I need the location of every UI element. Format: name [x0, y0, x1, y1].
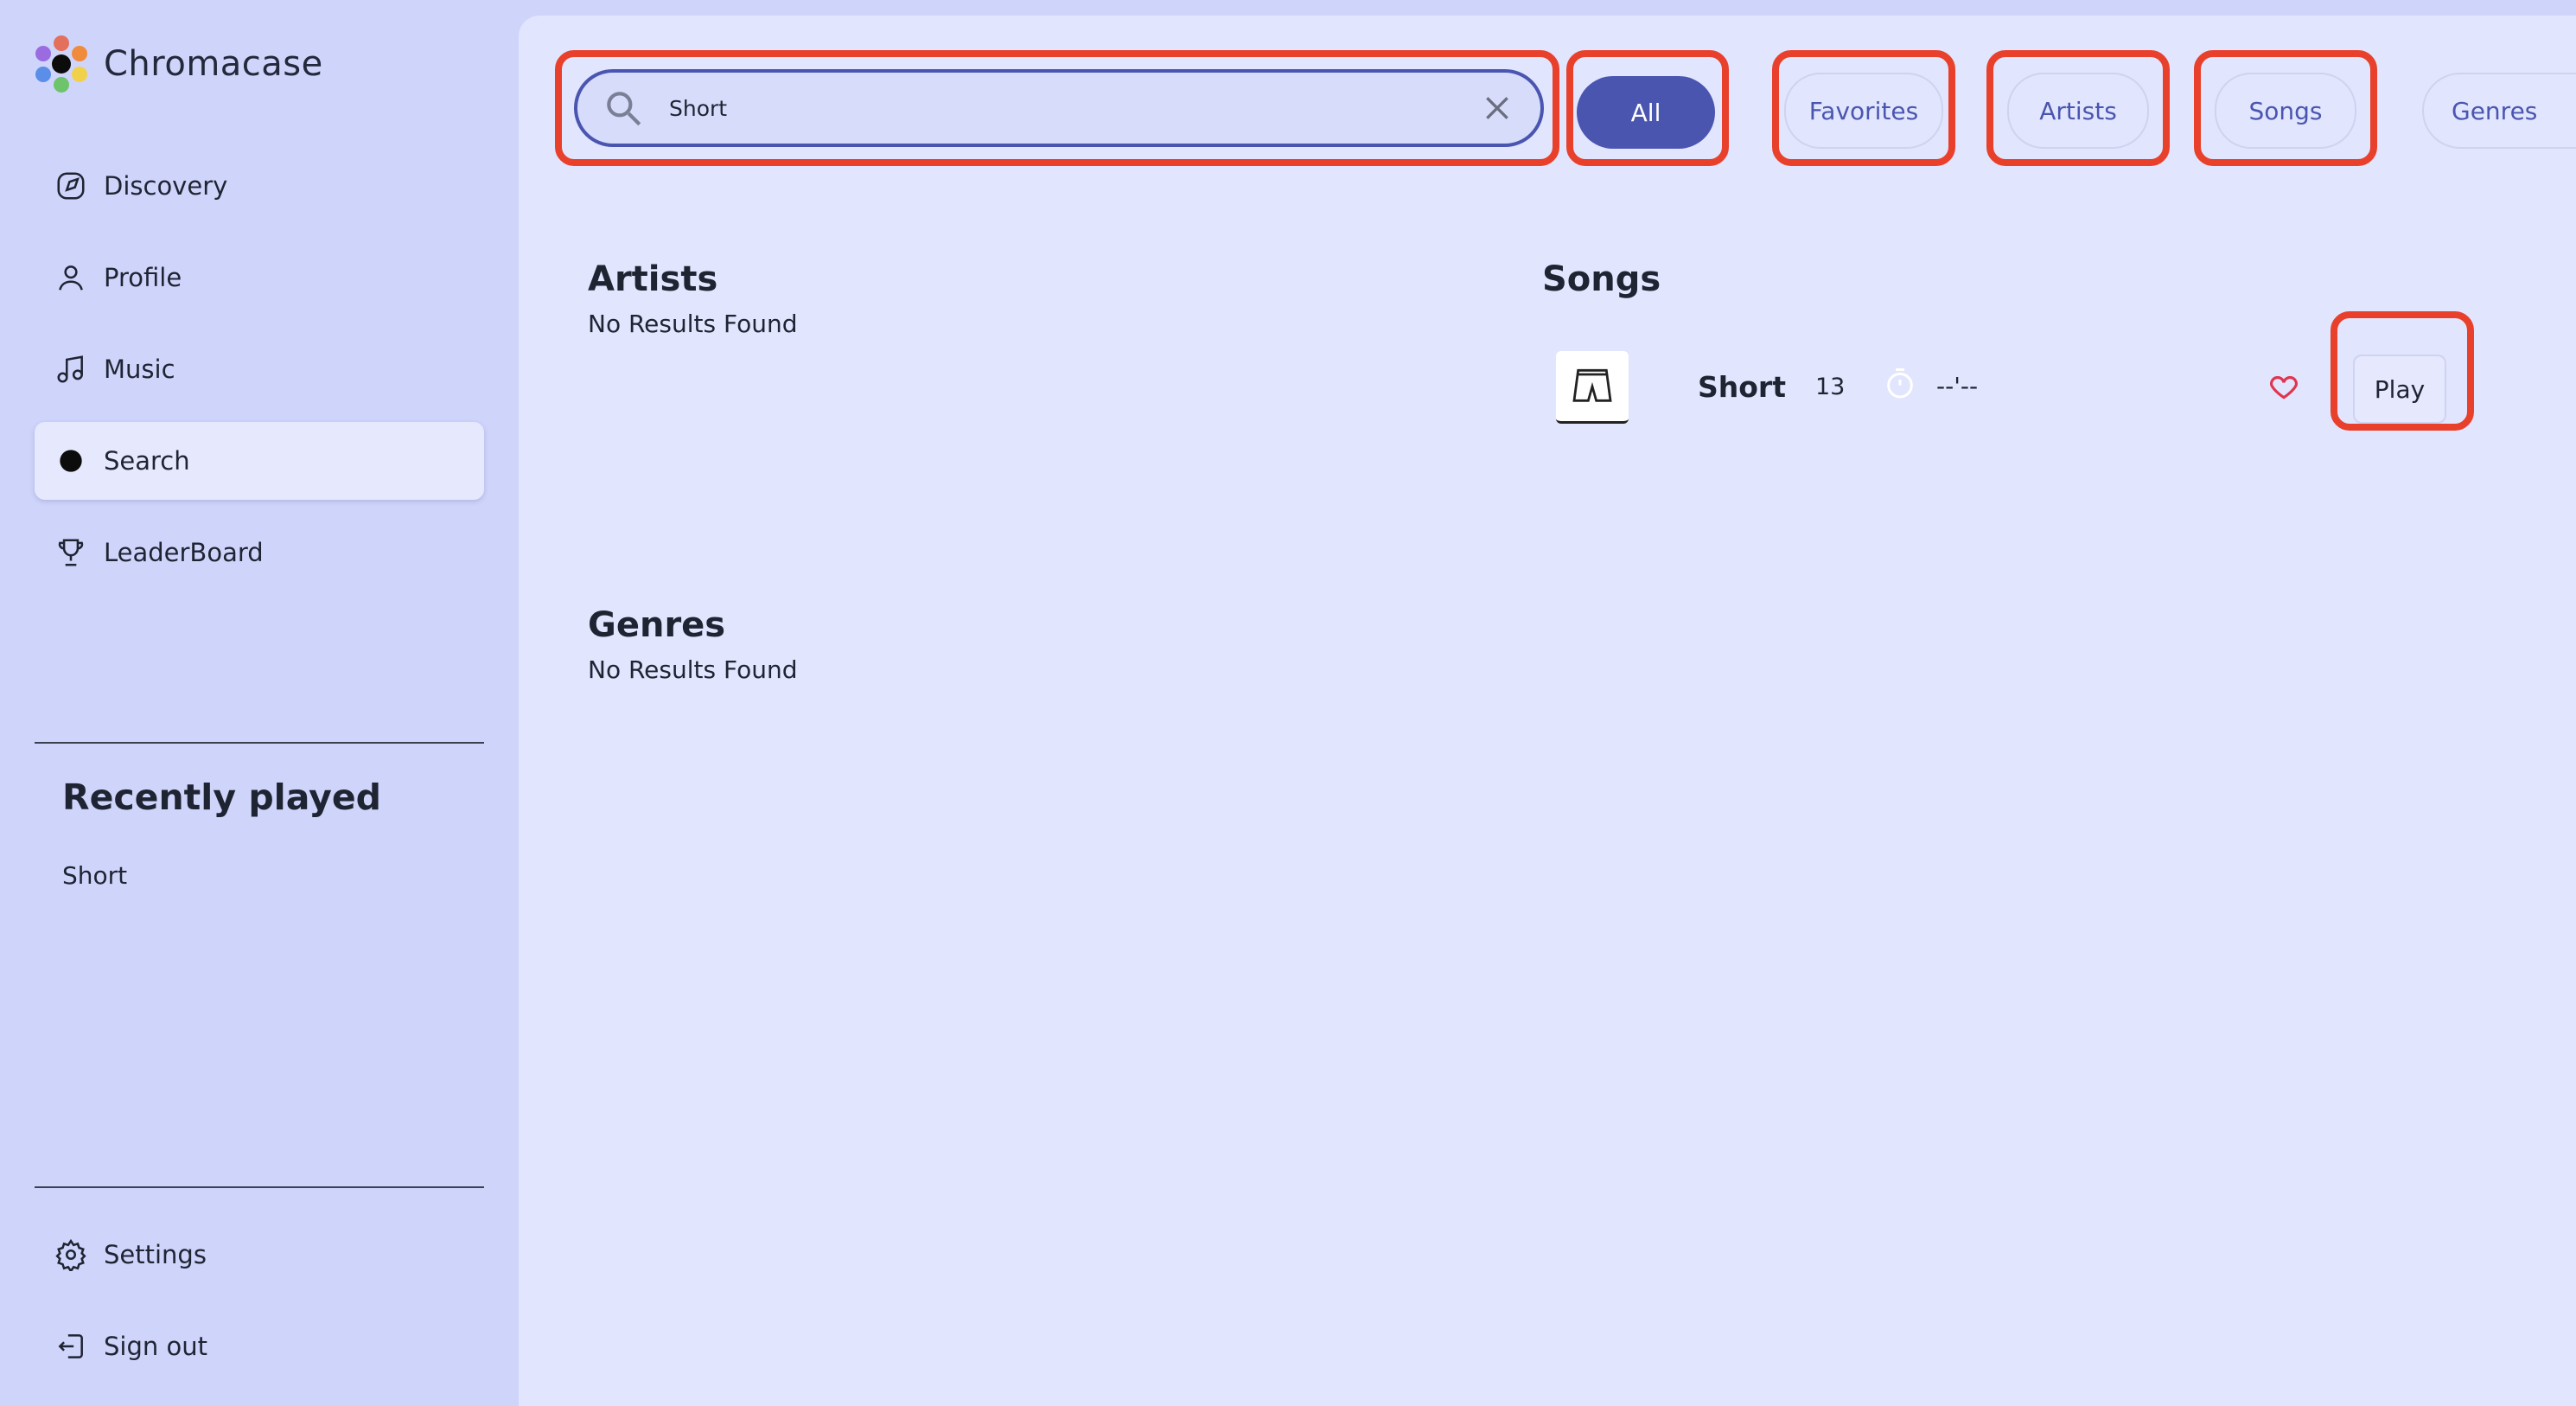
favorite-heart-icon[interactable]	[2267, 370, 2301, 403]
main-panel: All Favorites Artists Songs Genres Artis…	[519, 16, 2576, 1406]
sidebar-item-settings[interactable]: Settings	[35, 1216, 484, 1294]
filter-songs-button[interactable]: Songs	[2215, 73, 2356, 149]
filter-favorites-button[interactable]: Favorites	[1784, 73, 1943, 149]
trophy-icon	[50, 532, 92, 573]
sidebar-item-label: Music	[104, 355, 175, 384]
sign-out-icon	[50, 1326, 92, 1367]
genres-no-results: No Results Found	[588, 655, 798, 684]
music-icon	[50, 348, 92, 390]
song-thumbnail	[1556, 351, 1629, 424]
shorts-icon	[1572, 368, 1612, 402]
sidebar-item-music[interactable]: Music	[35, 330, 484, 408]
recently-played-title: Recently played	[62, 776, 382, 818]
recently-played-item[interactable]: Short	[62, 861, 127, 890]
song-row[interactable]: Short 13 --'-- Play	[1556, 332, 2503, 424]
artists-section-title: Artists	[588, 259, 718, 299]
sidebar-item-label: Search	[104, 446, 190, 476]
sidebar-item-profile[interactable]: Profile	[35, 239, 484, 316]
search-input[interactable]	[667, 94, 1480, 122]
app-name: Chromacase	[104, 44, 323, 84]
sidebar-divider	[35, 1186, 484, 1188]
filter-all-button[interactable]: All	[1577, 76, 1715, 149]
sidebar-item-label: LeaderBoard	[104, 538, 264, 567]
sidebar-item-label: Discovery	[104, 171, 228, 201]
search-bar	[574, 69, 1544, 147]
song-duration: --'--	[1936, 372, 1979, 400]
filter-artists-button[interactable]: Artists	[2007, 73, 2149, 149]
search-icon	[607, 92, 641, 126]
filter-genres-button[interactable]: Genres	[2422, 73, 2576, 149]
song-count: 13	[1815, 374, 1846, 400]
sidebar-item-discovery[interactable]: Discovery	[35, 147, 484, 225]
sidebar: Chromacase Discovery Profile Music Searc…	[0, 0, 517, 1406]
sidebar-item-sign-out[interactable]: Sign out	[35, 1307, 484, 1385]
profile-icon	[50, 257, 92, 298]
chromacase-logo-icon	[35, 35, 87, 93]
artists-no-results: No Results Found	[588, 310, 798, 338]
play-button[interactable]: Play	[2353, 355, 2446, 424]
genres-section-title: Genres	[588, 605, 726, 645]
sidebar-item-leaderboard[interactable]: LeaderBoard	[35, 514, 484, 591]
sidebar-divider	[35, 742, 484, 744]
song-title[interactable]: Short	[1698, 370, 1786, 404]
timer-icon	[1887, 367, 1913, 399]
app-logo[interactable]: Chromacase	[33, 35, 323, 93]
sidebar-item-search[interactable]: Search	[35, 422, 484, 500]
sidebar-item-label: Profile	[104, 263, 182, 292]
discovery-icon	[50, 165, 92, 207]
search-dot-icon	[50, 440, 92, 482]
sidebar-item-label: Sign out	[104, 1332, 207, 1361]
gear-icon	[50, 1234, 92, 1275]
sidebar-item-label: Settings	[104, 1240, 207, 1269]
clear-search-icon[interactable]	[1480, 91, 1514, 125]
songs-section-title: Songs	[1542, 259, 1661, 299]
